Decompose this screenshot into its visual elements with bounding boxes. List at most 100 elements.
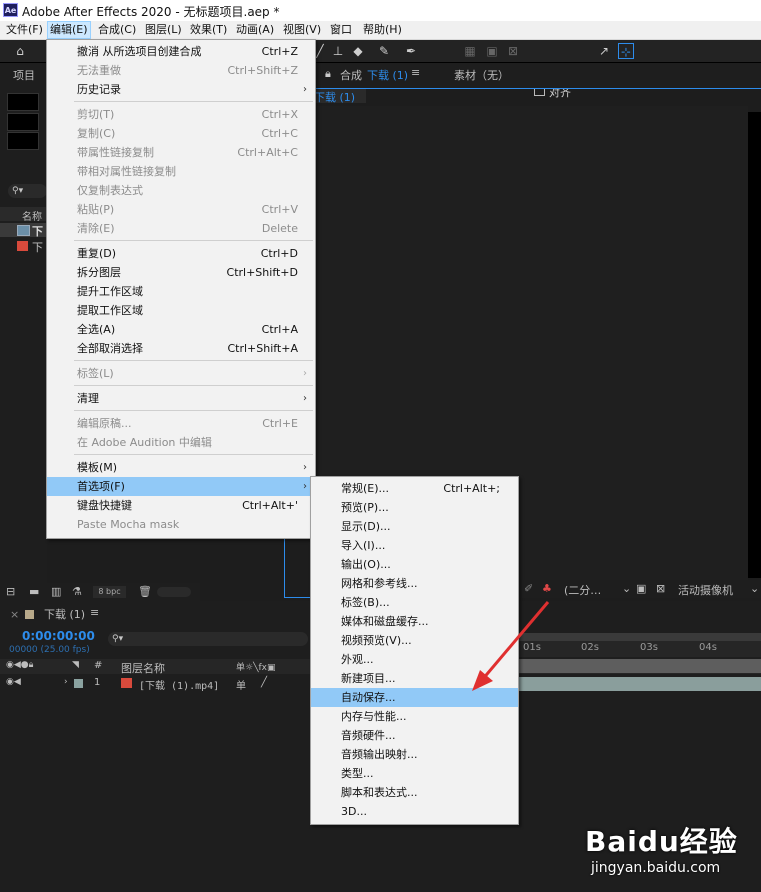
edit-menu-item[interactable]: 重复(D) Ctrl+D (47, 244, 315, 263)
quality-switch[interactable]: ╱ (261, 677, 267, 688)
stamp-tool-icon[interactable]: ⊥ (330, 43, 346, 59)
edit-menu-item[interactable]: 无法重做 Ctrl+Shift+Z (47, 61, 315, 80)
footage-icon (17, 241, 28, 251)
footage-tab[interactable]: 素材（无） (454, 67, 509, 83)
preferences-menu-item[interactable]: 导入(I)... (311, 536, 518, 555)
project-item-row[interactable]: 下 (0, 239, 47, 254)
camera-select[interactable]: 活动摄像机 (678, 582, 733, 598)
timeline-panel-menu-icon[interactable]: ≡ (90, 606, 99, 619)
preferences-menu-item-label: 外观... (341, 653, 374, 666)
edit-menu-item[interactable]: 复制(C) Ctrl+C (47, 124, 315, 143)
world-axis-icon[interactable]: ▣ (484, 43, 500, 59)
edit-menu-item[interactable]: 提取工作区域 (47, 301, 315, 320)
expand-icon[interactable]: › (64, 677, 68, 687)
preferences-menu-item[interactable]: 音频硬件... (311, 726, 518, 745)
edit-menu-item[interactable]: 清除(E) Delete (47, 219, 315, 238)
roto-brush-icon[interactable]: ✎ (376, 43, 392, 59)
menu-edit[interactable]: 编辑(E) (47, 21, 91, 39)
name-column-header[interactable]: 名称 (22, 208, 42, 223)
interpret-footage-icon[interactable]: ⊟ (6, 585, 15, 598)
edit-menu-item[interactable]: 拆分图层 Ctrl+Shift+D (47, 263, 315, 282)
local-axis-icon[interactable]: ▦ (462, 43, 478, 59)
menu-view[interactable]: 视图(V) (281, 22, 323, 38)
render-icon[interactable]: ⚗ (72, 585, 82, 598)
menu-animation[interactable]: 动画(A) (234, 22, 276, 38)
edit-menu-item[interactable]: Paste Mocha mask (47, 515, 315, 534)
resolution-chevron-icon[interactable]: ⌄ (622, 582, 631, 595)
project-item-row-selected[interactable]: 下 (0, 223, 47, 238)
project-tab[interactable]: 项目 (13, 67, 35, 83)
shy-switch[interactable]: 单 (236, 677, 246, 692)
edit-menu-item[interactable]: 模板(M) › (47, 458, 315, 477)
comp-breadcrumb[interactable]: 下载 (1) (314, 89, 366, 104)
edit-menu-item[interactable]: 提升工作区域 (47, 282, 315, 301)
preferences-menu-item[interactable]: 脚本和表达式... (311, 783, 518, 802)
edit-menu-item-shortcut: Ctrl+D (260, 247, 298, 260)
preferences-menu-item[interactable]: 预览(P)... (311, 498, 518, 517)
edit-menu-item[interactable]: 带相对属性链接复制 (47, 162, 315, 181)
menu-separator (74, 454, 313, 455)
edit-menu-item[interactable]: 带属性链接复制 Ctrl+Alt+C (47, 143, 315, 162)
current-timecode[interactable]: 0:00:00:00 (22, 629, 95, 643)
edit-menu-item[interactable]: 历史记录 › (47, 80, 315, 99)
timeline-tab[interactable]: 下载 (1) (44, 606, 85, 622)
composition-tab-bar: 🔒︎ 合成 下载 (1) ≡ 素材（无） (314, 63, 761, 89)
layer-index: 1 (94, 677, 101, 688)
edit-menu-item[interactable]: 粘贴(P) Ctrl+V (47, 200, 315, 219)
close-tab-icon[interactable]: × (10, 608, 19, 621)
edit-menu-item[interactable]: 全部取消选择 Ctrl+Shift+A (47, 339, 315, 358)
view-axis-icon[interactable]: ⊠ (505, 43, 521, 59)
edit-menu-item[interactable]: 撤消 从所选项目创建合成 Ctrl+Z (47, 42, 315, 61)
edit-menu-item[interactable]: 键盘快捷键 Ctrl+Alt+' (47, 496, 315, 515)
new-folder-icon[interactable]: ▬ (29, 585, 39, 598)
preferences-menu-item[interactable]: 内存与性能... (311, 707, 518, 726)
edit-menu-item[interactable]: 标签(L) › (47, 364, 315, 383)
puppet-pin-icon[interactable]: ✒ (403, 43, 419, 59)
panel-menu-icon[interactable]: ≡ (411, 66, 420, 79)
home-icon[interactable]: ⌂ (12, 43, 28, 59)
preferences-menu-item[interactable]: 输出(O)... (311, 555, 518, 574)
preferences-menu-item[interactable]: 显示(D)... (311, 517, 518, 536)
edit-menu-item[interactable]: 在 Adobe Audition 中编辑 (47, 433, 315, 452)
layer-label-swatch[interactable] (74, 679, 83, 688)
menu-file[interactable]: 文件(F) (4, 22, 45, 38)
layer-name-column-header[interactable]: 图层名称 (121, 660, 165, 676)
bit-depth-button[interactable]: 8 bpc (93, 586, 126, 598)
edit-menu-item[interactable]: 清理 › (47, 389, 315, 408)
menu-composition[interactable]: 合成(C) (96, 22, 138, 38)
layer-row[interactable]: ◉◀ › 1 [下载 (1).mp4] 单 ╱ (0, 675, 310, 692)
footage-layer-icon (121, 678, 132, 688)
window-title-bar: Ae Adobe After Effects 2020 - 无标题项目.aep … (0, 0, 761, 21)
menu-window[interactable]: 窗口 (328, 22, 354, 38)
menu-help[interactable]: 帮助(H) (361, 22, 404, 38)
preferences-menu-item[interactable]: 音频输出映射... (311, 745, 518, 764)
trash-icon[interactable]: 🗑︎ (138, 585, 152, 598)
edit-menu-item[interactable]: 仅复制表达式 (47, 181, 315, 200)
new-composition-icon[interactable]: ▥ (51, 585, 61, 598)
eraser-tool-icon[interactable]: ◆ (350, 43, 366, 59)
preferences-menu-item-label: 标签(B)... (341, 596, 390, 609)
project-search-icon[interactable]: ⚲▾ (8, 184, 47, 198)
watermark-brand: Baidu经验 (585, 825, 738, 858)
snap-options-icon[interactable]: ↗ (596, 43, 612, 59)
preferences-menu-item[interactable]: 类型... (311, 764, 518, 783)
visibility-icon[interactable]: ◉◀ (6, 677, 21, 687)
snap-target-icon[interactable]: ⊹ (618, 43, 634, 59)
edit-menu-item[interactable]: 全选(A) Ctrl+A (47, 320, 315, 339)
edit-menu-item[interactable]: 编辑原稿... Ctrl+E (47, 414, 315, 433)
menu-layer[interactable]: 图层(L) (143, 22, 184, 38)
menu-effect[interactable]: 效果(T) (188, 22, 229, 38)
camera-chevron-icon[interactable]: ⌄ (750, 582, 759, 595)
preferences-menu-item[interactable]: 常规(E)... Ctrl+Alt+; (311, 479, 518, 498)
preferences-menu-item[interactable]: 3D... (311, 802, 518, 821)
lock-icon[interactable]: 🔒︎ (325, 67, 331, 81)
comp-canvas-edge (748, 112, 761, 578)
comp-tab-name[interactable]: 下载 (1) (367, 67, 408, 83)
transparency-grid-icon[interactable]: ⊠ (656, 582, 665, 595)
timeline-search-icon[interactable]: ⚲▾ (108, 632, 308, 646)
edit-menu-item[interactable]: 首选项(F) › (47, 477, 315, 496)
region-icon[interactable]: ▣ (636, 582, 646, 595)
edit-menu-item[interactable]: 剪切(T) Ctrl+X (47, 105, 315, 124)
layer-name[interactable]: [下载 (1).mp4] (139, 677, 219, 692)
preferences-menu-item-label: 输出(O)... (341, 558, 391, 571)
